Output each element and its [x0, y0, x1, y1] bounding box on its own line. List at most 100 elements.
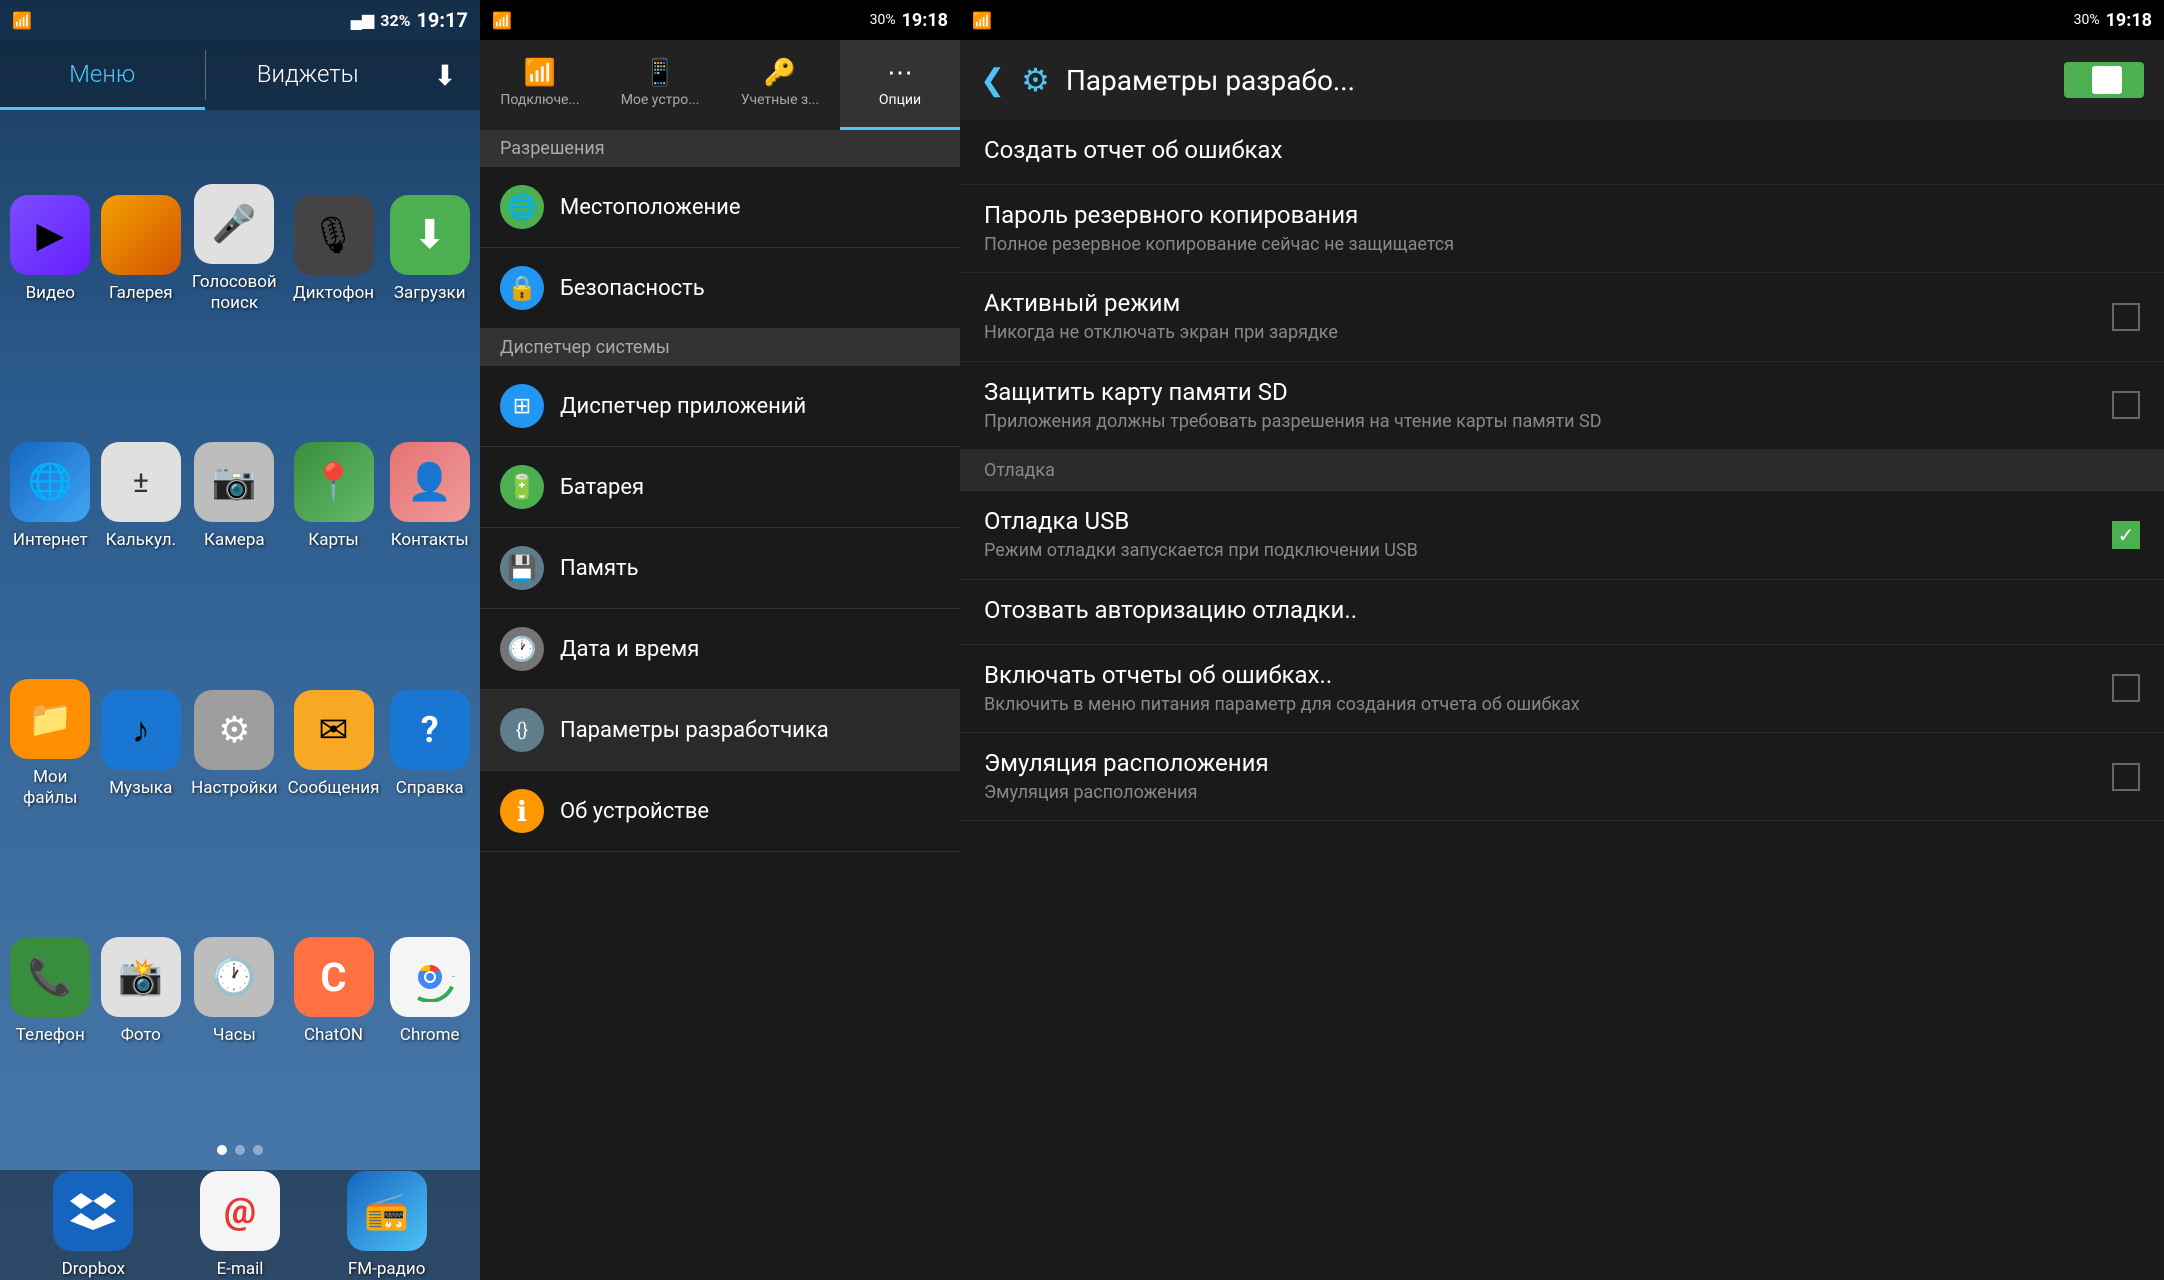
tab-widgets[interactable]: Виджеты	[206, 40, 411, 110]
app-phone[interactable]: 📞 Телефон	[10, 873, 91, 1111]
app-chrome[interactable]: Chrome	[389, 873, 470, 1111]
app-messages[interactable]: ✉ Сообщения	[288, 625, 380, 863]
mock-location-checkbox[interactable]	[2112, 763, 2140, 791]
dock-email[interactable]: @ E-mail	[200, 1171, 280, 1279]
chaton-label: ChatON	[304, 1025, 363, 1045]
location-icon: 🌐	[500, 185, 544, 229]
app-help[interactable]: ? Справка	[389, 625, 470, 863]
fm-icon: 📻	[347, 1171, 427, 1251]
app-clock[interactable]: 🕐 Часы	[191, 873, 278, 1111]
mydevice-icon: 📱	[644, 58, 676, 88]
downloads-icon: ⬇	[390, 195, 470, 275]
app-calc[interactable]: ± Калькул.	[101, 378, 182, 616]
dev-options-list: Создать отчет об ошибках Пароль резервно…	[960, 120, 2164, 1280]
dev-backup-password[interactable]: Пароль резервного копирования Полное рез…	[960, 185, 2164, 273]
options-icon: ⋯	[887, 58, 913, 88]
s-battery: 30%	[870, 12, 896, 28]
settings-memory[interactable]: 💾 Память	[480, 528, 960, 609]
video-icon: ▶	[10, 195, 90, 275]
usb-debug-checkbox[interactable]: ✓	[2112, 521, 2140, 549]
mock-location-subtitle: Эмуляция расположения	[984, 781, 2096, 804]
settings-battery[interactable]: 🔋 Батарея	[480, 447, 960, 528]
datetime-icon: 🕐	[500, 627, 544, 671]
internet-label: Интернет	[13, 530, 88, 550]
dev-bug-report[interactable]: Создать отчет об ошибках	[960, 120, 2164, 185]
dev-usb-debug[interactable]: Отладка USB Режим отладки запускается пр…	[960, 491, 2164, 579]
dev-power-toggle[interactable]	[2064, 62, 2144, 98]
camera-label: Камера	[204, 530, 265, 550]
appmanager-label: Диспетчер приложений	[560, 394, 806, 419]
app-settings[interactable]: ⚙ Настройки	[191, 625, 278, 863]
settings-label: Настройки	[191, 778, 278, 798]
camera-icon: 📷	[194, 442, 274, 522]
app-photos[interactable]: 📸 Фото	[101, 873, 182, 1111]
gallery-icon	[101, 195, 181, 275]
dock-fm[interactable]: 📻 FM-радио	[347, 1171, 427, 1279]
mock-location-content: Эмуляция расположения Эмуляция расположе…	[984, 749, 2096, 804]
downloads-label: Загрузки	[394, 283, 466, 303]
protect-sd-title: Защитить карту памяти SD	[984, 378, 2096, 406]
settings-list: 🌐 Местоположение 🔒 Безопасность Диспетче…	[480, 167, 960, 1280]
messages-label: Сообщения	[288, 778, 380, 798]
app-chaton[interactable]: C ChatON	[288, 873, 380, 1111]
app-gallery[interactable]: Галерея	[101, 130, 182, 368]
protect-sd-subtitle: Приложения должны требовать разрешения н…	[984, 410, 2096, 433]
settings-about[interactable]: ℹ Об устройстве	[480, 771, 960, 852]
app-files[interactable]: 📁 Мои файлы	[10, 625, 91, 863]
settings-security[interactable]: 🔒 Безопасность	[480, 248, 960, 329]
app-maps[interactable]: 📍 Карты	[288, 378, 380, 616]
dropbox-label: Dropbox	[62, 1259, 126, 1279]
s-status-right: 30% 19:18	[870, 10, 948, 31]
backup-password-subtitle: Полное резервное копирование сейчас не з…	[984, 233, 2140, 256]
app-internet[interactable]: 🌐 Интернет	[10, 378, 91, 616]
tab-menu[interactable]: Меню	[0, 40, 205, 110]
app-downloads[interactable]: ⬇ Загрузки	[389, 130, 470, 368]
s-status-left: 📶	[492, 11, 512, 30]
tab-mydevice[interactable]: 📱 Мое устро...	[600, 40, 720, 130]
settings-status-bar: 📶 30% 19:18	[480, 0, 960, 40]
tab-accounts[interactable]: 🔑 Учетные з...	[720, 40, 840, 130]
fm-label: FM-радио	[348, 1259, 426, 1279]
s-time: 19:18	[902, 10, 948, 31]
app-contacts[interactable]: 👤 Контакты	[389, 378, 470, 616]
app-dictaphone[interactable]: 🎙 Диктофон	[288, 130, 380, 368]
dock-dropbox[interactable]: Dropbox	[53, 1171, 133, 1279]
clock-label: Часы	[213, 1025, 256, 1045]
dev-protect-sd[interactable]: Защитить карту памяти SD Приложения долж…	[960, 362, 2164, 450]
settings-developer[interactable]: {} Параметры разработчика	[480, 690, 960, 771]
chrome-icon	[390, 937, 470, 1017]
error-reports-checkbox[interactable]	[2112, 674, 2140, 702]
app-voice[interactable]: 🎤 Голосовой поиск	[191, 130, 278, 368]
tab-connections[interactable]: 📶 Подключе...	[480, 40, 600, 130]
app-camera[interactable]: 📷 Камера	[191, 378, 278, 616]
dev-revoke-auth[interactable]: Отозвать авторизацию отладки..	[960, 580, 2164, 645]
dev-mock-location[interactable]: Эмуляция расположения Эмуляция расположе…	[960, 733, 2164, 821]
dictaphone-icon: 🎙	[294, 195, 374, 275]
voice-label: Голосовой поиск	[191, 272, 278, 313]
d-status-left: 📶	[972, 11, 992, 30]
active-mode-checkbox[interactable]	[2112, 303, 2140, 331]
error-reports-title: Включать отчеты об ошибках..	[984, 661, 2096, 689]
download-btn[interactable]: ⬇	[410, 40, 480, 110]
back-button[interactable]: ❮	[980, 63, 1005, 98]
active-mode-subtitle: Никогда не отключать экран при зарядке	[984, 321, 2096, 344]
app-music[interactable]: ♪ Музыка	[101, 625, 182, 863]
video-label: Видео	[26, 283, 75, 303]
settings-section: Разрешения	[480, 130, 960, 167]
contacts-label: Контакты	[391, 530, 469, 550]
revoke-auth-content: Отозвать авторизацию отладки..	[984, 596, 2140, 628]
settings-datetime[interactable]: 🕐 Дата и время	[480, 609, 960, 690]
settings-appmanager[interactable]: ⊞ Диспетчер приложений	[480, 366, 960, 447]
email-label: E-mail	[217, 1259, 264, 1279]
location-label: Местоположение	[560, 195, 741, 220]
dev-active-mode[interactable]: Активный режим Никогда не отключать экра…	[960, 273, 2164, 361]
usb-debug-content: Отладка USB Режим отладки запускается пр…	[984, 507, 2096, 562]
app-video[interactable]: ▶ Видео	[10, 130, 91, 368]
dev-error-reports[interactable]: Включать отчеты об ошибках.. Включить в …	[960, 645, 2164, 733]
protect-sd-checkbox[interactable]	[2112, 391, 2140, 419]
home-status-bar: 📶 ▄▆ 32% 19:17	[0, 0, 480, 40]
tab-options[interactable]: ⋯ Опции	[840, 40, 960, 130]
battery-icon: 🔋	[500, 465, 544, 509]
chrome-label: Chrome	[400, 1025, 460, 1045]
settings-location[interactable]: 🌐 Местоположение	[480, 167, 960, 248]
